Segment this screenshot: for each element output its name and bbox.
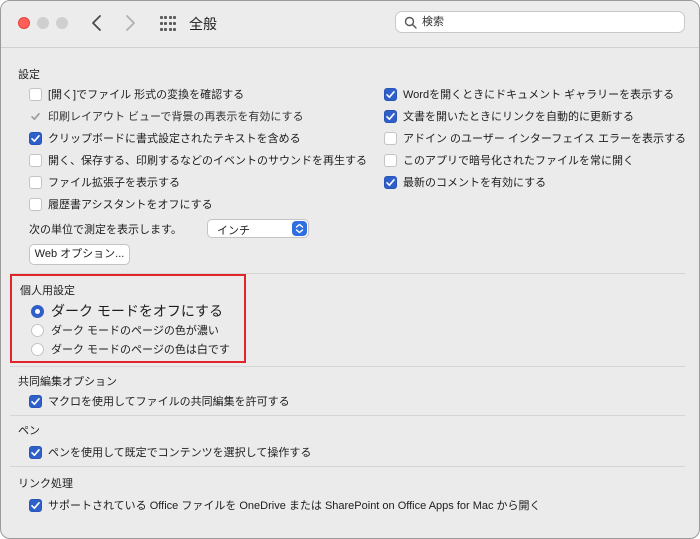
checkbox[interactable] xyxy=(384,175,397,189)
section-title-coauthoring: 共同編集オプション xyxy=(18,376,117,388)
checkbox[interactable] xyxy=(29,197,42,211)
option-label: このアプリで暗号化されたファイルを常に開く xyxy=(403,155,634,167)
section-title-settings: 設定 xyxy=(18,69,40,81)
radio-button[interactable] xyxy=(31,304,44,318)
preferences-content: 設定 [開く]でファイル 形式の変換を確認する 印刷レイアウト ビューで背景の再… xyxy=(1,48,699,538)
divider xyxy=(10,466,685,467)
close-window-button[interactable] xyxy=(18,17,30,29)
option-label: Wordを開くときにドキュメント ギャラリーを表示する xyxy=(403,89,675,101)
checkmark-icon xyxy=(386,178,395,186)
checkbox[interactable] xyxy=(384,153,397,167)
divider xyxy=(10,415,685,416)
minimize-window-button[interactable] xyxy=(37,17,49,29)
web-options-button[interactable]: Web オプション... xyxy=(29,244,130,265)
option-label: ペンを使用して既定でコンテンツを選択して操作する xyxy=(48,447,312,459)
option-label: 開く、保存する、印刷するなどのイベントのサウンドを再生する xyxy=(48,155,367,167)
chevron-left-icon xyxy=(92,15,101,31)
radio-button[interactable] xyxy=(31,342,44,356)
option-label: サポートされている Office ファイルを OneDrive または Shar… xyxy=(48,500,541,512)
option-label: 文書を開いたときにリンクを自動的に更新する xyxy=(403,111,634,123)
option-pen-select-content[interactable]: ペンを使用して既定でコンテンツを選択して操作する xyxy=(29,444,311,460)
divider xyxy=(10,366,685,367)
option-include-formatted-clipboard[interactable]: クリップボードに書式設定されたテキストを含める xyxy=(29,130,301,146)
option-enable-modern-comments[interactable]: 最新のコメントを有効にする xyxy=(384,174,546,190)
chevron-right-icon xyxy=(126,15,135,31)
option-label: 履歴書アシスタントをオフにする xyxy=(48,199,213,211)
checkbox[interactable] xyxy=(384,87,397,101)
section-title-links: リンク処理 xyxy=(18,478,73,490)
option-allow-macro-coauthoring[interactable]: マクロを使用してファイルの共同編集を許可する xyxy=(29,393,290,409)
title-bar: 全般 xyxy=(1,1,699,48)
option-label: マクロを使用してファイルの共同編集を許可する xyxy=(48,396,290,408)
checkbox[interactable] xyxy=(29,131,42,145)
option-show-document-gallery[interactable]: Wordを開くときにドキュメント ギャラリーを表示する xyxy=(384,86,674,102)
option-auto-update-links[interactable]: 文書を開いたときにリンクを自動的に更新する xyxy=(384,108,634,124)
window-title: 全般 xyxy=(189,16,217,32)
forward-button[interactable] xyxy=(118,11,142,35)
radio-dark-page-color[interactable]: ダーク モードのページの色が濃い xyxy=(31,322,219,338)
measure-units-select[interactable]: インチ xyxy=(207,219,309,238)
radio-button[interactable] xyxy=(31,323,44,337)
measure-units-value: インチ xyxy=(217,225,250,237)
checkbox[interactable] xyxy=(29,153,42,167)
checkmark-icon xyxy=(31,448,40,456)
checkbox[interactable] xyxy=(384,109,397,123)
checkbox[interactable] xyxy=(29,445,42,459)
option-label: ダーク モードのページの色が濃い xyxy=(51,325,219,337)
checkmark-icon xyxy=(386,112,395,120)
option-show-addin-errors[interactable]: アドイン のユーザー インターフェイス エラーを表示する xyxy=(384,130,686,146)
search-input[interactable] xyxy=(422,13,672,31)
option-label: ダーク モードのページの色は白です xyxy=(51,344,230,356)
checkbox-disabled xyxy=(29,110,42,123)
option-label: [開く]でファイル 形式の変換を確認する xyxy=(48,89,245,101)
search-icon xyxy=(404,16,417,29)
option-show-file-extensions[interactable]: ファイル拡張子を表示する xyxy=(29,174,180,190)
preferences-window: 全般 設定 [開く]でファイル 形式の変換を確認する 印刷レイアウト ビューで背… xyxy=(0,0,700,539)
checkbox[interactable] xyxy=(384,131,397,145)
option-play-event-sounds[interactable]: 開く、保存する、印刷するなどのイベントのサウンドを再生する xyxy=(29,152,367,168)
section-title-pen: ペン xyxy=(18,425,40,437)
option-label: クリップボードに書式設定されたテキストを含める xyxy=(48,133,301,145)
checkmark-icon xyxy=(31,112,40,120)
checkmark-icon xyxy=(31,134,40,142)
updown-chevron-icon xyxy=(292,221,307,236)
back-button[interactable] xyxy=(85,11,109,35)
radio-dark-mode-off[interactable]: ダーク モードをオフにする xyxy=(31,303,223,319)
show-all-grid-icon[interactable] xyxy=(160,16,176,32)
checkmark-icon xyxy=(386,90,395,98)
option-label: 印刷レイアウト ビューで背景の再表示を有効にする xyxy=(48,111,304,123)
checkbox[interactable] xyxy=(29,87,42,101)
option-resume-assistant-off[interactable]: 履歴書アシスタントをオフにする xyxy=(29,196,213,212)
option-label: 最新のコメントを有効にする xyxy=(403,177,547,189)
checkbox[interactable] xyxy=(29,394,42,408)
section-title-personal: 個人用設定 xyxy=(20,285,75,297)
zoom-window-button[interactable] xyxy=(56,17,68,29)
measure-units-label: 次の単位で測定を表示します。 xyxy=(29,224,182,236)
search-field[interactable] xyxy=(395,11,685,33)
checkmark-icon xyxy=(31,501,40,509)
option-background-redisplay: 印刷レイアウト ビューで背景の再表示を有効にする xyxy=(29,108,304,124)
checkmark-icon xyxy=(31,397,40,405)
option-label: ファイル拡張子を表示する xyxy=(48,177,180,189)
checkbox[interactable] xyxy=(29,175,42,189)
checkbox[interactable] xyxy=(29,498,42,512)
option-always-open-encrypted[interactable]: このアプリで暗号化されたファイルを常に開く xyxy=(384,152,634,168)
option-confirm-format-conversion[interactable]: [開く]でファイル 形式の変換を確認する xyxy=(29,86,244,102)
option-open-in-office-apps[interactable]: サポートされている Office ファイルを OneDrive または Shar… xyxy=(29,497,541,513)
option-label: アドイン のユーザー インターフェイス エラーを表示する xyxy=(403,133,686,145)
radio-white-page-color[interactable]: ダーク モードのページの色は白です xyxy=(31,341,230,357)
option-label: ダーク モードをオフにする xyxy=(51,303,224,319)
